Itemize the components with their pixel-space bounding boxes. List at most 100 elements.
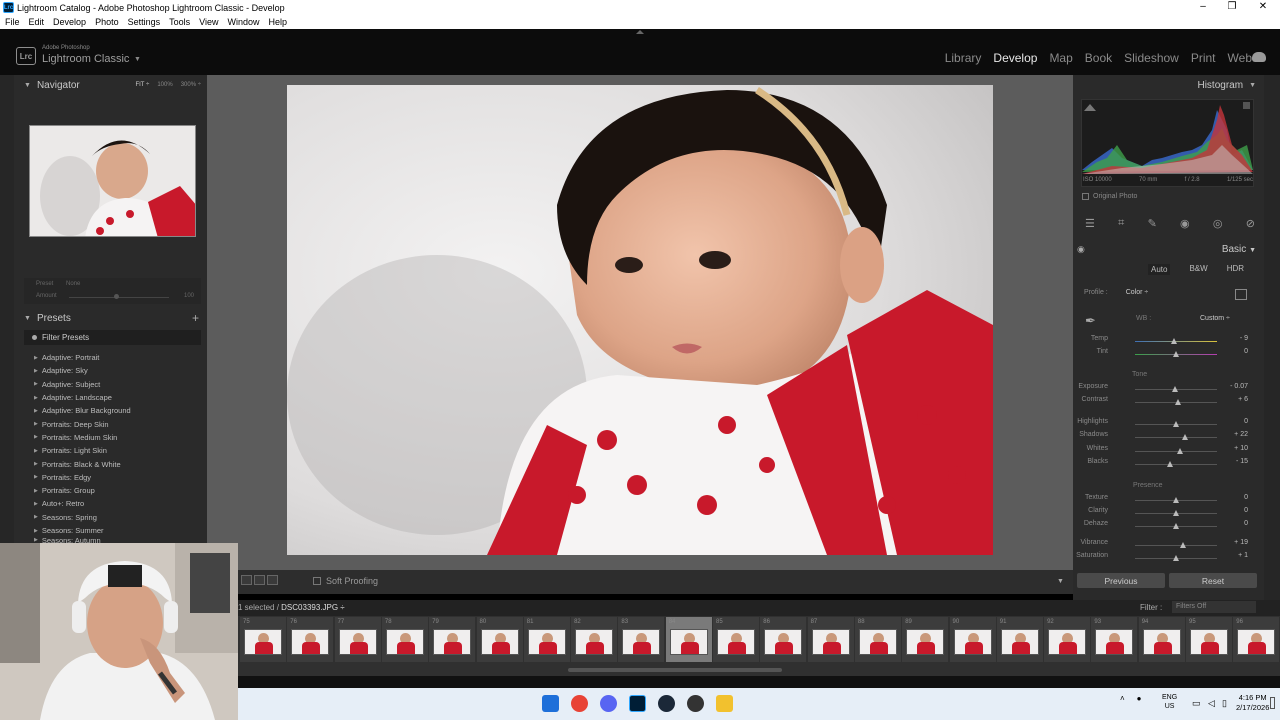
- module-develop[interactable]: Develop: [993, 51, 1037, 65]
- slider-texture[interactable]: Texture 0: [1080, 494, 1248, 506]
- frame-thumbnail[interactable]: [575, 629, 614, 655]
- preset-group-item[interactable]: ▶ Adaptive: Sky: [30, 364, 200, 377]
- filmstrip-frame[interactable]: 78: [381, 617, 428, 662]
- slider-value[interactable]: + 22: [1218, 431, 1248, 438]
- slider-thumb[interactable]: [1173, 555, 1179, 561]
- slider-value[interactable]: + 10: [1218, 445, 1248, 452]
- slider-value[interactable]: 0: [1218, 520, 1248, 527]
- menu-view[interactable]: View: [199, 17, 218, 27]
- filmstrip-frame[interactable]: 89: [902, 617, 949, 662]
- slider-track[interactable]: [1135, 464, 1217, 465]
- frame-thumbnail[interactable]: [291, 629, 330, 655]
- original-photo-toggle[interactable]: Original Photo: [1082, 193, 1137, 200]
- file-explorer-icon[interactable]: [716, 695, 733, 712]
- slider-thumb[interactable]: [1173, 351, 1179, 357]
- slider-thumb[interactable]: [1173, 510, 1179, 516]
- zoom-300[interactable]: 300% ÷: [181, 82, 201, 88]
- slider-shadows[interactable]: Shadows + 22: [1079, 431, 1248, 443]
- frame-thumbnail[interactable]: [1190, 629, 1228, 655]
- left-panel-edge[interactable]: [0, 75, 14, 600]
- frame-thumbnail[interactable]: [953, 629, 992, 655]
- main-photo[interactable]: [287, 85, 993, 555]
- slider-exposure[interactable]: Exposure - 0.07: [1078, 383, 1248, 395]
- slider-tint[interactable]: Tint 0: [1080, 348, 1248, 360]
- wb-eyedropper-icon[interactable]: ✒: [1085, 313, 1105, 333]
- preset-group-item[interactable]: ▶ Adaptive: Landscape: [30, 391, 200, 404]
- preset-group-item[interactable]: ▶ Adaptive: Blur Background: [30, 404, 200, 417]
- filmstrip-frame[interactable]: 90: [949, 617, 996, 662]
- navigator-preview[interactable]: [29, 125, 196, 237]
- before-after-button[interactable]: [254, 575, 265, 585]
- slider-saturation[interactable]: Saturation + 1: [1076, 552, 1248, 564]
- slider-thumb[interactable]: [1182, 434, 1189, 440]
- zoom-100[interactable]: 100%: [157, 82, 172, 88]
- filmstrip-frame[interactable]: 84: [665, 617, 712, 662]
- preset-group-item[interactable]: ▶ Portraits: Black & White: [30, 457, 200, 470]
- tray-overflow-icon[interactable]: ˄: [1120, 694, 1125, 703]
- menu-window[interactable]: Window: [228, 17, 260, 27]
- filmstrip-frame[interactable]: 81: [523, 617, 570, 662]
- slider-value[interactable]: - 9: [1218, 335, 1248, 342]
- volume-icon[interactable]: ◁: [1208, 698, 1215, 709]
- frame-thumbnail[interactable]: [385, 629, 424, 655]
- slider-value[interactable]: - 0.07: [1218, 383, 1248, 390]
- battery-icon[interactable]: ▯: [1222, 698, 1227, 709]
- amount-slider-thumb[interactable]: [114, 294, 119, 299]
- app-icon[interactable]: [687, 695, 704, 712]
- reset-button[interactable]: Reset: [1169, 573, 1257, 588]
- slider-thumb[interactable]: [1167, 461, 1174, 467]
- module-web[interactable]: Web: [1228, 51, 1252, 65]
- module-print[interactable]: Print: [1191, 51, 1216, 65]
- slider-value[interactable]: 0: [1218, 494, 1248, 501]
- preset-group-item[interactable]: ▶ Portraits: Deep Skin: [30, 417, 200, 430]
- slider-blacks[interactable]: Blacks - 15: [1080, 458, 1248, 470]
- lightroom-taskbar-icon[interactable]: [629, 695, 646, 712]
- original-photo-checkbox[interactable]: [1082, 193, 1089, 200]
- slider-whites[interactable]: Whites + 10: [1080, 445, 1248, 457]
- preset-group-item[interactable]: ▶ Portraits: Group: [30, 484, 200, 497]
- slider-thumb[interactable]: [1180, 542, 1187, 548]
- previous-button[interactable]: Previous: [1077, 573, 1165, 588]
- filter-select[interactable]: Filters Off: [1172, 601, 1256, 613]
- frame-thumbnail[interactable]: [244, 629, 282, 655]
- bw-button[interactable]: B&W: [1189, 264, 1207, 275]
- hdr-button[interactable]: HDR: [1227, 264, 1244, 275]
- steam-icon[interactable]: [658, 695, 675, 712]
- wb-dropdown[interactable]: Custom ÷: [1200, 315, 1230, 322]
- slider-temp[interactable]: Temp - 9: [1080, 335, 1248, 347]
- toolbar-options-dropdown-icon[interactable]: ▼: [1057, 578, 1064, 585]
- filmstrip-frame[interactable]: 77: [334, 617, 381, 662]
- eye-icon[interactable]: ◉: [1077, 244, 1085, 255]
- frame-thumbnail[interactable]: [527, 629, 566, 655]
- profile-dropdown[interactable]: Color ÷: [1126, 289, 1149, 296]
- brand-line2[interactable]: Lightroom Classic: [42, 53, 129, 65]
- slider-value[interactable]: + 6: [1218, 396, 1248, 403]
- slider-value[interactable]: 0: [1218, 348, 1248, 355]
- module-map[interactable]: Map: [1049, 51, 1072, 65]
- amount-slider-track[interactable]: [69, 297, 169, 298]
- slider-thumb[interactable]: [1173, 497, 1179, 503]
- slider-thumb[interactable]: [1174, 399, 1181, 405]
- module-slideshow[interactable]: Slideshow: [1124, 51, 1179, 65]
- filmstrip-frame[interactable]: 94: [1138, 617, 1185, 662]
- cloud-sync-icon[interactable]: [1252, 52, 1266, 62]
- frame-thumbnail[interactable]: [764, 629, 803, 655]
- slider-clarity[interactable]: Clarity 0: [1080, 507, 1248, 519]
- swap-button[interactable]: [267, 575, 278, 585]
- collapse-top-panel-icon[interactable]: [636, 30, 644, 34]
- menu-file[interactable]: File: [5, 17, 20, 27]
- slider-dehaze[interactable]: Dehaze 0: [1080, 520, 1248, 532]
- filter-presets-field[interactable]: Filter Presets: [24, 330, 201, 345]
- menu-tools[interactable]: Tools: [169, 17, 190, 27]
- healing-icon[interactable]: ✎: [1148, 217, 1157, 230]
- presets-header[interactable]: ▼ Presets +: [14, 309, 207, 327]
- slider-value[interactable]: - 15: [1218, 458, 1248, 465]
- slider-value[interactable]: 0: [1218, 507, 1248, 514]
- start-icon[interactable]: [542, 695, 559, 712]
- preset-group-item[interactable]: ▶ Adaptive: Portrait: [30, 351, 200, 364]
- filmstrip-frame[interactable]: 75: [240, 617, 286, 662]
- crop-icon[interactable]: ⌗: [1118, 217, 1124, 230]
- presets-tool-icon[interactable]: ⊘: [1246, 217, 1255, 230]
- filmstrip-frame[interactable]: 80: [476, 617, 523, 662]
- preset-group-item[interactable]: ▶ Portraits: Light Skin: [30, 444, 200, 457]
